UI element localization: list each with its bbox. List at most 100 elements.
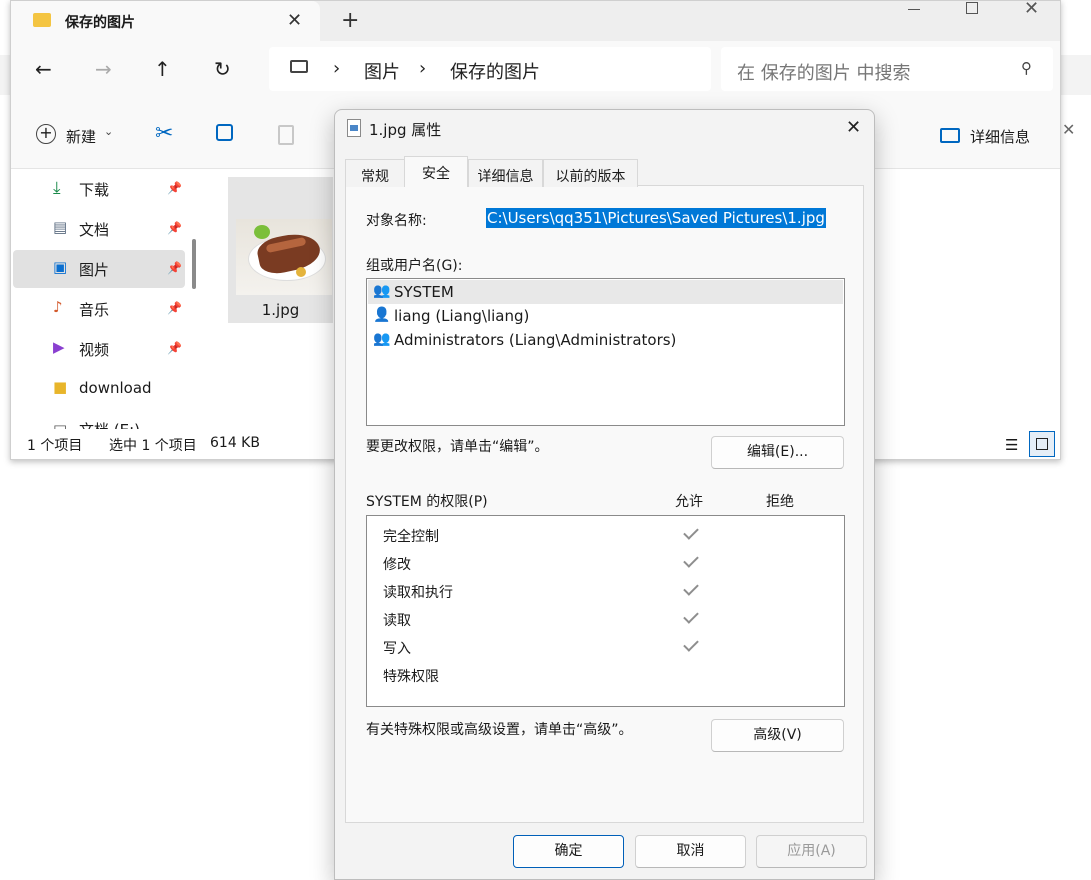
permission-name: 读取和执行 <box>383 585 453 601</box>
edit-button[interactable]: 编辑(E)... <box>711 436 844 469</box>
new-button[interactable]: 新建 <box>66 126 96 147</box>
permissions-label: SYSTEM 的权限(P) <box>366 494 488 510</box>
sidebar-item[interactable]: ▶ 视频 📌 <box>13 330 185 368</box>
allow-check-icon <box>683 524 699 540</box>
sidebar-item[interactable]: ■ download <box>13 370 185 408</box>
sidebar: ⤓ 下载 📌 ▤ 文档 📌 ▣ 图片 📌 ♪ 音乐 📌 ▶ 视频 📌 ■ download ▭ 文档 (E:) <box>11 169 206 429</box>
chevron-right-icon: › <box>333 58 341 79</box>
file-thumbnail <box>236 219 332 295</box>
back-icon[interactable]: ← <box>35 57 52 81</box>
pictures-icon: ▣ <box>53 258 68 276</box>
folder-icon <box>33 13 51 27</box>
tab-previous-versions[interactable]: 以前的版本 <box>543 159 638 187</box>
details-button[interactable]: 详细信息 <box>970 126 1030 147</box>
file-icon-mark <box>350 125 358 131</box>
allow-check-icon <box>683 552 699 568</box>
background-window-left <box>0 55 10 95</box>
sidebar-item[interactable]: ⤓ 下载 📌 <box>13 170 185 208</box>
list-view-icon[interactable]: ☰ <box>1005 436 1018 454</box>
up-icon[interactable]: ↑ <box>154 57 171 81</box>
advanced-button[interactable]: 高级(V) <box>711 719 844 752</box>
breadcrumb-saved-pictures[interactable]: 保存的图片 <box>450 58 540 84</box>
user-administrators[interactable]: Administrators (Liang\Administrators) <box>394 331 676 349</box>
cancel-button[interactable]: 取消 <box>635 835 746 868</box>
pin-icon[interactable]: 📌 <box>167 341 182 355</box>
minimize-icon[interactable] <box>908 9 920 10</box>
paste-icon[interactable] <box>278 125 294 145</box>
file-item[interactable]: 1.jpg <box>228 177 333 323</box>
tab-general-label: 常规 <box>361 169 389 185</box>
cut-icon[interactable]: ✂ <box>155 121 173 146</box>
advanced-hint: 有关特殊权限或高级设置，请单击“高级”。 <box>366 722 633 738</box>
new-icon: + <box>36 124 56 144</box>
forward-icon[interactable]: → <box>95 57 112 81</box>
permission-name: 完全控制 <box>383 529 439 545</box>
explorer-tab[interactable]: 保存的图片 ✕ <box>11 1 320 41</box>
sidebar-item[interactable]: ▤ 文档 📌 <box>13 210 185 248</box>
search-box[interactable]: 在 保存的图片 中搜索 ⚲ <box>721 47 1053 91</box>
chevron-down-icon: ⌄ <box>104 125 114 138</box>
document-icon: ▤ <box>53 218 68 236</box>
close-dialog-icon[interactable]: ✕ <box>846 117 861 138</box>
object-name-value[interactable]: C:\Users\qq351\Pictures\Saved Pictures\1… <box>486 208 826 228</box>
ok-button[interactable]: 确定 <box>513 835 624 868</box>
user-group-icon: 👥 <box>373 331 391 347</box>
allow-check-icon <box>683 608 699 624</box>
search-icon[interactable]: ⚲ <box>1021 59 1032 77</box>
folder-icon: ■ <box>53 378 68 396</box>
sidebar-item-label: 文档 (E:) <box>79 419 140 429</box>
sidebar-item-label: 视频 <box>79 341 110 359</box>
pin-icon[interactable]: 📌 <box>167 221 182 235</box>
sidebar-item-label: 图片 <box>79 261 110 279</box>
refresh-icon[interactable]: ↻ <box>214 57 231 81</box>
pin-icon[interactable]: 📌 <box>167 301 182 315</box>
tab-previous-versions-label: 以前的版本 <box>555 169 626 185</box>
maximize-icon[interactable] <box>966 2 978 14</box>
user-system: SYSTEM <box>394 283 454 301</box>
dialog-title: 1.jpg 属性 <box>369 121 442 139</box>
download-icon: ⤓ <box>53 178 61 198</box>
background-window-right <box>1061 55 1091 95</box>
tab-security-label: 安全 <box>422 166 450 182</box>
computer-icon <box>290 60 308 73</box>
sidebar-scrollbar[interactable] <box>192 239 196 289</box>
new-tab-icon[interactable]: + <box>341 8 359 33</box>
tab-details[interactable]: 详细信息 <box>468 159 543 187</box>
users-list[interactable]: 👥 SYSTEM 👤 liang (Liang\liang) 👥 Adminis… <box>366 278 845 426</box>
selected-size: 614 KB <box>210 435 260 451</box>
permission-name: 读取 <box>383 613 411 629</box>
details-pane-icon <box>940 128 960 143</box>
music-icon: ♪ <box>53 298 63 316</box>
permission-name: 写入 <box>383 641 411 657</box>
sidebar-item[interactable]: ♪ 音乐 📌 <box>13 290 185 328</box>
permission-name: 特殊权限 <box>383 669 439 685</box>
group-label: 组或用户名(G): <box>366 258 463 274</box>
sidebar-item-label: download <box>79 379 152 397</box>
search-input[interactable]: 在 保存的图片 中搜索 <box>737 59 910 85</box>
permission-name: 修改 <box>383 557 411 573</box>
sidebar-item-label: 下载 <box>79 181 110 199</box>
close-tab-icon[interactable]: ✕ <box>287 10 302 31</box>
selected-count: 选中 1 个项目 <box>109 438 197 454</box>
sidebar-item-label: 文档 <box>79 221 110 239</box>
apply-button[interactable]: 应用(A) <box>756 835 867 868</box>
close-window-icon[interactable]: ✕ <box>1024 1 1039 19</box>
allow-check-icon <box>683 636 699 652</box>
sidebar-item[interactable]: ▭ 文档 (E:) <box>13 410 185 429</box>
copy-icon[interactable] <box>216 124 233 141</box>
item-count: 1 个项目 <box>27 438 83 454</box>
pin-icon[interactable]: 📌 <box>167 261 182 275</box>
tab-security[interactable]: 安全 <box>404 156 468 187</box>
deny-header: 拒绝 <box>766 494 794 510</box>
video-icon: ▶ <box>53 338 65 356</box>
path-box[interactable]: › 图片 › 保存的图片 <box>269 47 711 91</box>
allow-header: 允许 <box>675 494 703 510</box>
sidebar-item[interactable]: ▣ 图片 📌 <box>13 250 185 288</box>
pin-icon[interactable]: 📌 <box>167 181 182 195</box>
background-close-icon: ✕ <box>1062 120 1076 139</box>
breadcrumb-pictures[interactable]: 图片 <box>364 58 400 84</box>
tab-general[interactable]: 常规 <box>345 159 405 187</box>
user-liang[interactable]: liang (Liang\liang) <box>394 307 529 325</box>
object-name-label: 对象名称: <box>366 213 427 229</box>
drive-icon: ▭ <box>53 418 68 429</box>
